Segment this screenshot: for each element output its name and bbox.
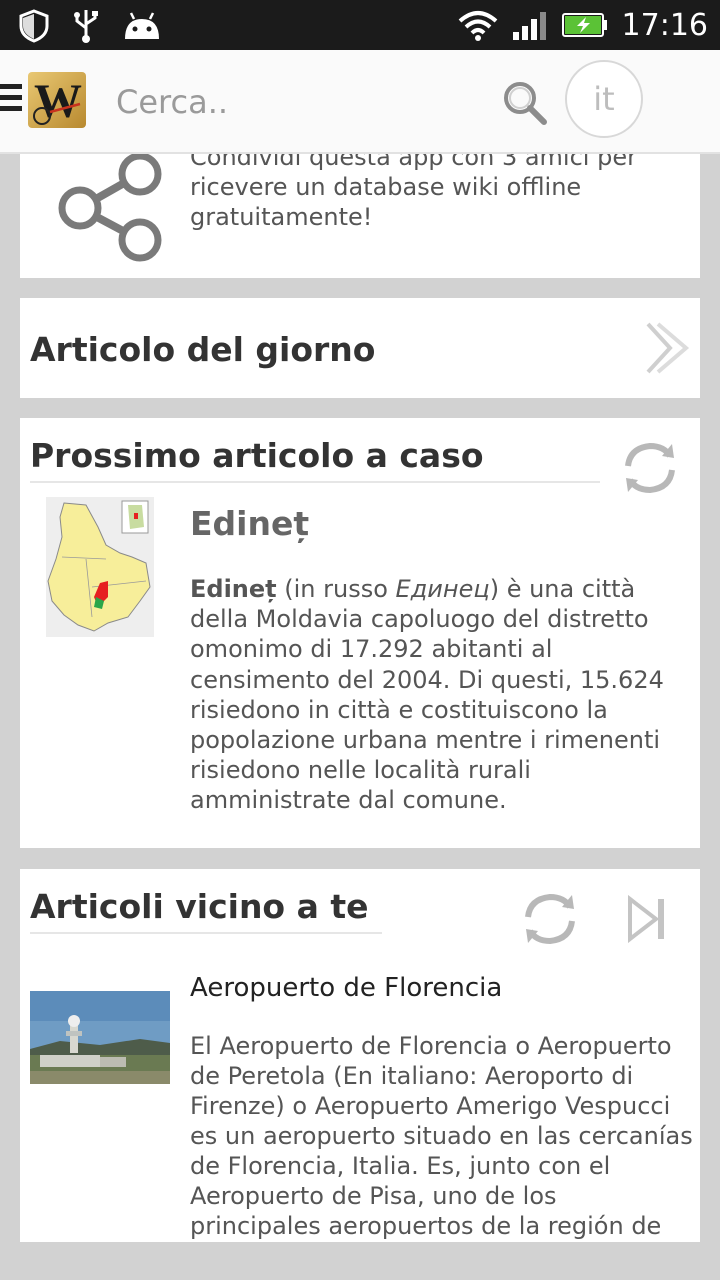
random-article-heading: Prossimo articolo a caso xyxy=(30,436,484,475)
nearby-articles-heading: Articoli vicino a te xyxy=(30,887,369,926)
clock: 17:16 xyxy=(621,7,708,43)
search-input[interactable] xyxy=(116,78,476,126)
divider xyxy=(30,932,382,934)
skip-next-icon[interactable] xyxy=(626,895,670,943)
divider xyxy=(30,481,600,483)
app-logo[interactable]: W xyxy=(28,72,86,128)
article-thumbnail-photo[interactable] xyxy=(30,991,170,1084)
share-icon[interactable] xyxy=(40,154,170,264)
magnifier-icon xyxy=(33,102,81,125)
share-text: Condividi questa app con 3 amici per ric… xyxy=(190,154,637,231)
signal-icon xyxy=(512,12,546,40)
daily-article-title: Articolo del giorno xyxy=(30,330,376,369)
language-button[interactable]: it xyxy=(565,60,643,138)
summary-russian: Единец xyxy=(395,575,490,603)
android-icon xyxy=(125,12,159,39)
wifi-icon xyxy=(458,11,497,41)
battery-charging-icon xyxy=(561,13,607,37)
menu-icon[interactable] xyxy=(0,84,22,116)
chevron-right-icon[interactable] xyxy=(642,320,692,376)
nearby-article-summary: El Aeropuerto de Florencia o Aeropuerto … xyxy=(190,1032,693,1240)
app-bar: W it xyxy=(0,50,720,154)
summary-bold: Edineț xyxy=(190,575,277,603)
random-article-summary: Edineț (in russo Единец) è una città del… xyxy=(190,574,690,816)
summary-rest: ) è una città della Moldavia capoluogo d… xyxy=(190,575,664,815)
summary-intro: (in russo xyxy=(276,575,396,603)
random-article-card[interactable]: Prossimo articolo a caso Edineț Edineț (… xyxy=(20,418,700,848)
search-icon[interactable] xyxy=(500,78,550,128)
daily-article-card[interactable]: Articolo del giorno xyxy=(20,298,700,398)
refresh-icon[interactable] xyxy=(518,887,582,951)
refresh-icon[interactable] xyxy=(618,436,682,500)
shield-icon xyxy=(19,9,49,43)
nearby-articles-card[interactable]: Articoli vicino a te Aeropuerto de Flore… xyxy=(20,869,700,1242)
random-article-title[interactable]: Edineț xyxy=(190,504,309,543)
status-bar: 17:16 xyxy=(0,0,720,50)
share-card[interactable]: Condividi questa app con 3 amici per ric… xyxy=(20,154,700,278)
usb-icon xyxy=(74,10,98,43)
article-thumbnail-map[interactable] xyxy=(46,497,154,637)
nearby-article-title[interactable]: Aeropuerto de Florencia xyxy=(190,973,502,1003)
